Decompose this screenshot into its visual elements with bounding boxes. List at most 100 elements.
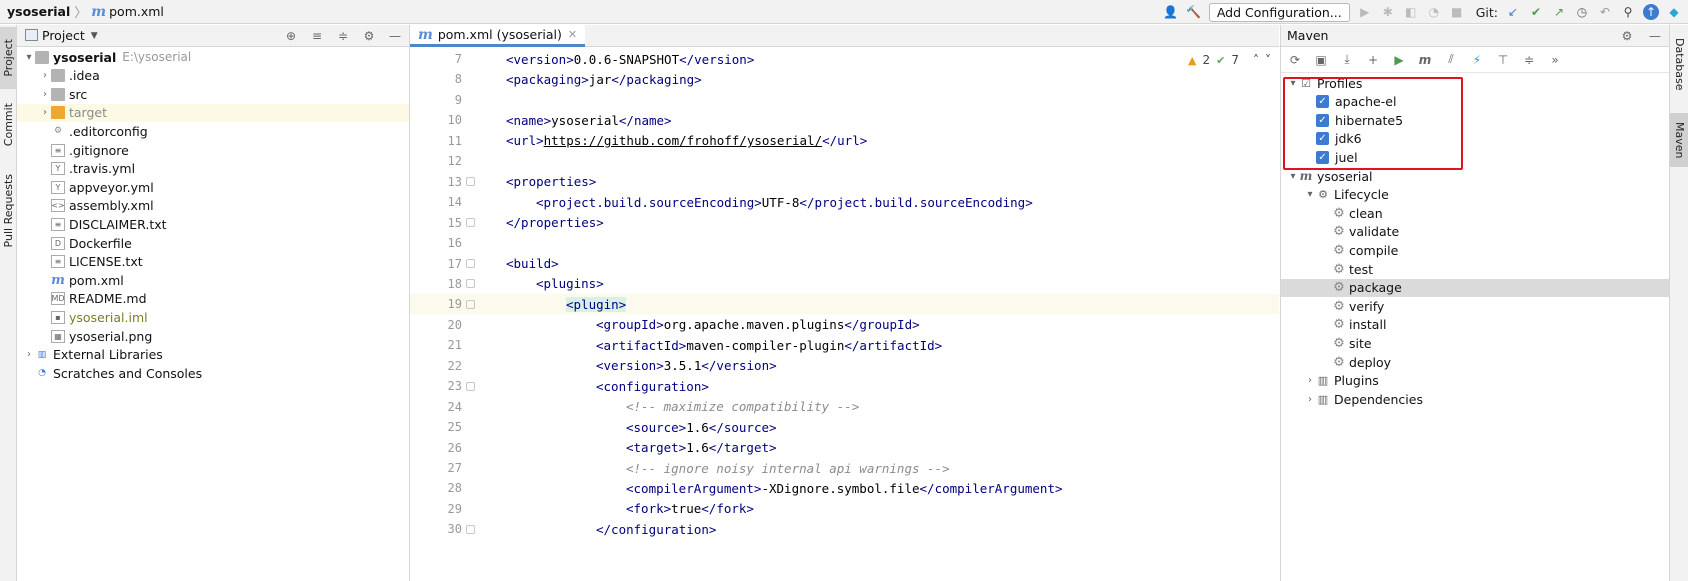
- toolbox-icon[interactable]: ◆: [1666, 4, 1682, 20]
- collapse-all-icon[interactable]: ≑: [1521, 52, 1537, 68]
- tree-item[interactable]: ⚙ .editorconfig: [17, 122, 409, 140]
- typo-count: 7: [1231, 53, 1239, 67]
- code-text: <build>: [506, 256, 559, 271]
- tree-item[interactable]: › ▥ External Libraries: [17, 346, 409, 364]
- maven-tree-item[interactable]: ⚙ validate: [1281, 223, 1669, 241]
- tree-item[interactable]: D Dockerfile: [17, 234, 409, 252]
- run-configuration-dropdown[interactable]: Add Configuration...: [1208, 2, 1350, 22]
- chevron-right-icon[interactable]: ›: [39, 89, 51, 100]
- more-icon[interactable]: »: [1547, 52, 1563, 68]
- chevron-down-icon[interactable]: ▼: [91, 31, 98, 41]
- locate-file-icon[interactable]: ⊕: [283, 28, 299, 44]
- tree-item[interactable]: ≡ LICENSE.txt: [17, 253, 409, 271]
- settings-gear-icon[interactable]: ⚙: [1619, 28, 1635, 44]
- chevron-right-icon[interactable]: ›: [39, 70, 51, 81]
- reload-icon[interactable]: ⟳: [1287, 52, 1303, 68]
- collapse-all-icon[interactable]: ≑: [335, 28, 351, 44]
- code-editor[interactable]: 7 <version>0.0.6-SNAPSHOT</version> 8 <pack…: [410, 47, 1279, 581]
- add-icon[interactable]: +: [1365, 52, 1381, 68]
- maven-tree-item[interactable]: ⚙ install: [1281, 316, 1669, 334]
- git-update-icon[interactable]: ↙: [1505, 4, 1521, 20]
- build-hammer-icon[interactable]: 🔨: [1186, 4, 1202, 20]
- code-token: </artifactId>: [844, 337, 943, 353]
- editor-tab-pom-xml[interactable]: m pom.xml (ysoserial) ✕: [410, 25, 586, 47]
- chevron-right-icon[interactable]: ›: [1304, 394, 1316, 405]
- debug-icon[interactable]: ✱: [1380, 4, 1396, 20]
- tool-tab-pull-requests[interactable]: Pull Requests: [0, 165, 17, 257]
- tree-item[interactable]: m pom.xml: [17, 271, 409, 289]
- run-icon[interactable]: ▶: [1357, 4, 1373, 20]
- run-icon[interactable]: ▶: [1391, 52, 1407, 68]
- maven-tree-item[interactable]: ⚙ compile: [1281, 241, 1669, 259]
- tree-item[interactable]: › .idea: [17, 67, 409, 85]
- tree-item[interactable]: ▪ ysoserial.iml: [17, 308, 409, 326]
- project-view-selector[interactable]: Project: [42, 28, 85, 43]
- maven-tree-item[interactable]: ⚙ verify: [1281, 297, 1669, 315]
- line-number: 25: [447, 420, 462, 435]
- user-icon[interactable]: 👤: [1163, 4, 1179, 20]
- tool-tab-project[interactable]: Project: [0, 27, 17, 89]
- tree-item[interactable]: MD README.md: [17, 290, 409, 308]
- hide-panel-icon[interactable]: —: [1647, 28, 1663, 44]
- code-line: 27 <!-- ignore noisy internal api warning…: [410, 458, 1279, 478]
- tree-item[interactable]: ◔ Scratches and Consoles: [17, 364, 409, 382]
- maven-tree-item[interactable]: ⚙ clean: [1281, 204, 1669, 222]
- show-dependencies-icon[interactable]: ⊤: [1495, 52, 1511, 68]
- tree-item[interactable]: ▦ ysoserial.png: [17, 327, 409, 345]
- next-highlight-icon[interactable]: ˅: [1265, 53, 1271, 67]
- git-rollback-icon[interactable]: ↶: [1597, 4, 1613, 20]
- tool-tab-commit[interactable]: Commit: [0, 97, 17, 153]
- execute-goal-icon[interactable]: m: [1417, 52, 1433, 68]
- git-commit-icon[interactable]: ✔: [1528, 4, 1544, 20]
- coverage-icon[interactable]: ◧: [1403, 4, 1419, 20]
- tool-tab-maven[interactable]: Maven: [1670, 113, 1688, 167]
- inspection-widget[interactable]: ▲ 2 ✔ 7 ˄ ˅: [1188, 53, 1271, 67]
- fold-marker-icon[interactable]: [466, 259, 475, 268]
- maven-tree-item[interactable]: ⚙ test: [1281, 260, 1669, 278]
- tree-item[interactable]: ≡ DISCLAIMER.txt: [17, 215, 409, 233]
- maven-tree-item[interactable]: ⚙ deploy: [1281, 353, 1669, 371]
- chevron-right-icon[interactable]: ›: [39, 107, 51, 118]
- fold-marker-icon[interactable]: [466, 279, 475, 289]
- chevron-right-icon[interactable]: ›: [23, 349, 35, 360]
- tree-item[interactable]: ▾ ysoserial E:\ysoserial: [17, 48, 409, 66]
- chevron-down-icon[interactable]: ▾: [1304, 189, 1316, 200]
- expand-all-icon[interactable]: ≡: [309, 28, 325, 44]
- stop-icon[interactable]: ■: [1449, 4, 1465, 20]
- tree-item[interactable]: › src: [17, 85, 409, 103]
- breadcrumb-project[interactable]: ysoserial: [7, 4, 70, 19]
- maven-tree-item[interactable]: ⚙ site: [1281, 334, 1669, 352]
- previous-highlight-icon[interactable]: ˄: [1253, 53, 1259, 67]
- maven-tree-item[interactable]: › ▥ Plugins: [1281, 372, 1669, 390]
- toggle-offline-icon[interactable]: ⫽: [1443, 52, 1459, 68]
- fold-marker-icon[interactable]: [466, 299, 475, 309]
- tree-item[interactable]: <> assembly.xml: [17, 197, 409, 215]
- close-icon[interactable]: ✕: [568, 28, 577, 41]
- fold-marker-icon[interactable]: [466, 381, 475, 391]
- git-history-icon[interactable]: ◷: [1574, 4, 1590, 20]
- tree-item[interactable]: ≡ .gitignore: [17, 141, 409, 159]
- breadcrumb-file[interactable]: pom.xml: [109, 4, 164, 19]
- tree-item[interactable]: Yappveyor.yml: [17, 178, 409, 196]
- download-icon[interactable]: ⤓: [1339, 52, 1355, 68]
- chevron-down-icon[interactable]: ▾: [23, 52, 35, 63]
- git-push-icon[interactable]: ↗: [1551, 4, 1567, 20]
- maven-tree-item[interactable]: ⚙ package: [1281, 278, 1669, 297]
- hide-panel-icon[interactable]: —: [387, 28, 403, 44]
- tree-item[interactable]: › target: [17, 103, 409, 122]
- maven-tree-item[interactable]: ▾ ⚙ Lifecycle: [1281, 186, 1669, 204]
- skip-tests-icon[interactable]: ⚡: [1469, 52, 1485, 68]
- update-icon[interactable]: ↑: [1643, 4, 1659, 20]
- profile-icon[interactable]: ◔: [1426, 4, 1442, 20]
- tree-item[interactable]: Y .travis.yml: [17, 160, 409, 178]
- fold-marker-icon[interactable]: [466, 524, 475, 534]
- tool-tab-database[interactable]: Database: [1670, 29, 1688, 99]
- chevron-right-icon[interactable]: ›: [1304, 375, 1316, 386]
- maven-tree-item[interactable]: › ▥ Dependencies: [1281, 390, 1669, 408]
- search-everywhere-icon[interactable]: ⚲: [1620, 4, 1636, 20]
- fold-marker-icon[interactable]: [466, 177, 475, 187]
- generate-sources-icon[interactable]: ▣: [1313, 52, 1329, 68]
- settings-gear-icon[interactable]: ⚙: [361, 28, 377, 44]
- fold-marker-icon[interactable]: [466, 218, 475, 228]
- chevron-down-icon[interactable]: ▾: [1287, 171, 1299, 182]
